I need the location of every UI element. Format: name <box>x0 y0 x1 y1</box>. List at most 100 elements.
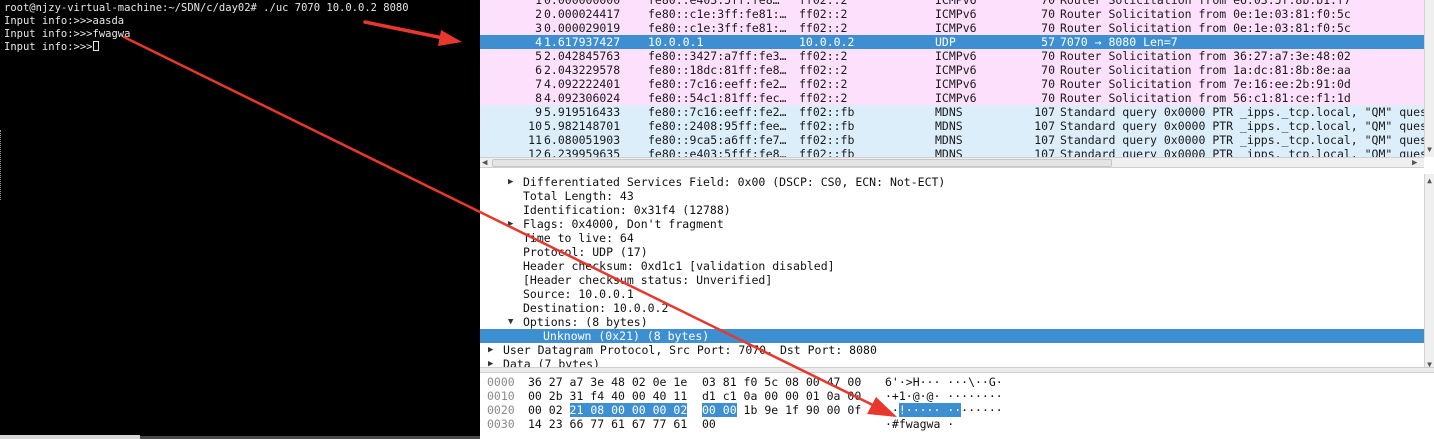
hex-bytes: 00 2b 31 f4 40 00 40 11 <box>528 389 688 403</box>
detail-field-text: Flags: 0x4000, Don't fragment <box>523 217 724 231</box>
hex-bytes: 00 <box>702 417 716 431</box>
ascii-text: ·· <box>885 403 899 417</box>
packet-row[interactable]: 3 0.000029019 fe80::c1e:3ff:fe81:… ff02::2 I… <box>480 21 1424 35</box>
ascii-dump: 6'·>H··· ···\··G· <box>885 375 1003 389</box>
packet-proto-cell: ICMPv6 <box>935 49 977 63</box>
packet-src-cell: fe80::7c16:eeff:fe2… <box>648 105 787 119</box>
hex-bytes-second-half: 00 <box>702 417 716 431</box>
ascii-text: 6'·>H··· ···\··G· <box>885 375 1003 389</box>
packet-row[interactable]: 1 0.000000000 fe80::e403:5ff:fe8… ff02::2 IC… <box>480 0 1424 7</box>
packet-len-cell: 70 <box>1041 7 1055 21</box>
packet-row[interactable]: 4 1.617937427 10.0.0.1 10.0.0.2 UDP 57 7070 → … <box>480 35 1424 49</box>
packet-dst-cell: ff02::2 <box>799 77 848 91</box>
hex-row[interactable]: 0030 14 23 66 77 61 67 77 61 00 ·#fwagwa · <box>480 417 1424 431</box>
packet-len-cell: 107 <box>1034 105 1055 119</box>
packet-proto-cell: MDNS <box>935 105 963 119</box>
scroll-left-icon[interactable]: ◀ <box>482 158 487 168</box>
detail-field-text: Header checksum: 0xd1c1 [validation disa… <box>523 259 835 273</box>
hex-bytes-second-half: 03 81 f0 5c 08 00 47 00 <box>702 375 861 389</box>
packet-src-cell: fe80::18dc:81ff:fe8… <box>648 63 787 77</box>
packet-info-cell: Router Solicitation from 0e:1e:03:81:f0:… <box>1060 7 1351 21</box>
detail-field-text: Protocol: UDP (17) <box>523 245 648 259</box>
detail-row[interactable]: Source: 10.0.0.1 <box>480 287 1424 301</box>
collapsed-arrow-icon[interactable]: ▶ <box>508 175 513 189</box>
detail-row[interactable]: ▶ User Datagram Protocol, Src Port: 7070,… <box>480 343 1424 357</box>
detail-field-text: Time to live: 64 <box>523 231 634 245</box>
ascii-text: ·+1·@·@· ········ <box>885 389 1003 403</box>
terminal-window[interactable]: root@njzy-virtual-machine:~/SDN/c/day02#… <box>0 0 480 439</box>
packet-info-cell: Router Solicitation from 1a:dc:81:8b:8e:… <box>1060 63 1351 77</box>
packet-list-vertical-scrollbar[interactable]: ▼ <box>1424 0 1434 157</box>
packet-list-horizontal-scrollbar[interactable]: ◀ ▶ <box>480 157 1424 168</box>
packet-row[interactable]: 11 6.080051903 fe80::9ca5:a6ff:fe7… ff02::f… <box>480 133 1424 147</box>
packet-time-cell: 0.000029019 <box>544 21 621 35</box>
packet-dst-cell: ff02::2 <box>799 49 848 63</box>
packet-list-pane[interactable]: 1 0.000000000 fe80::e403:5ff:fe8… ff02::2 IC… <box>480 0 1434 160</box>
packet-row[interactable]: 10 5.982148701 fe80::2408:95ff:fee… ff02::f… <box>480 119 1424 133</box>
ascii-dump: ·#fwagwa · <box>885 417 954 431</box>
detail-row[interactable]: Header checksum: 0xd1c1 [validation disa… <box>480 259 1424 273</box>
packet-info-cell: 7070 → 8080 Len=7 <box>1060 35 1178 49</box>
packet-row[interactable]: 6 2.043229578 fe80::18dc:81ff:fe8… ff02::2 I… <box>480 63 1424 77</box>
packet-row[interactable]: 9 5.919516433 fe80::7c16:eeff:fe2… ff02::fb… <box>480 105 1424 119</box>
packet-row[interactable]: 7 4.092222401 fe80::7c16:eeff:fe2… ff02::2 I… <box>480 77 1424 91</box>
horizontal-scroll-thumb[interactable] <box>492 159 1112 167</box>
packet-bytes-pane[interactable]: 0000 36 27 a7 3e 48 02 0e 1e 03 81 f0 5c 0… <box>480 373 1434 439</box>
detail-row[interactable]: ▶ Flags: 0x4000, Don't fragment <box>480 217 1424 231</box>
hex-offset: 0000 <box>487 375 515 389</box>
hex-offset: 0030 <box>487 417 515 431</box>
packet-src-cell: fe80::9ca5:a6ff:fe7… <box>648 133 787 147</box>
packet-time-cell: 2.043229578 <box>544 63 621 77</box>
detail-row[interactable]: ▶ Differentiated Services Field: 0x00 (DS… <box>480 175 1424 189</box>
collapsed-arrow-icon[interactable]: ▶ <box>508 217 513 231</box>
collapsed-arrow-icon[interactable]: ▶ <box>488 343 493 357</box>
detail-field-text: [Header checksum status: Unverified] <box>523 273 773 287</box>
packet-proto-cell: ICMPv6 <box>935 21 977 35</box>
details-vertical-scrollbar[interactable]: ▲ ▼ <box>1424 174 1434 372</box>
terminal-line: Input info:>>> <box>4 41 99 54</box>
packet-row[interactable]: 5 2.042845763 fe80::3427:a7ff:fe3… ff02::2 I… <box>480 49 1424 63</box>
hex-bytes-first-half: 36 27 a7 3e 48 02 0e 1e <box>528 375 687 389</box>
detail-row[interactable]: Identification: 0x31f4 (12788) <box>480 203 1424 217</box>
scroll-down-icon[interactable]: ▼ <box>1425 145 1434 155</box>
hex-bytes: 00 02 <box>528 403 570 417</box>
detail-row[interactable]: Unknown (0x21) (8 bytes) <box>480 329 1424 343</box>
scroll-right-icon[interactable]: ▶ <box>1412 158 1417 168</box>
hex-bytes-selected: 21 08 00 00 00 02 <box>569 403 688 417</box>
packet-no-cell: 3 <box>535 21 542 35</box>
expanded-arrow-icon[interactable]: ▼ <box>508 315 513 329</box>
packet-len-cell: 70 <box>1041 49 1055 63</box>
hex-row[interactable]: 0010 00 2b 31 f4 40 00 40 11 d1 c1 0a 00 0… <box>480 389 1424 403</box>
detail-row[interactable]: ▼ Options: (8 bytes) <box>480 315 1424 329</box>
packet-len-cell: 70 <box>1041 21 1055 35</box>
packet-time-cell: 4.092306024 <box>544 91 621 105</box>
packet-row[interactable]: 2 0.000024417 fe80::c1e:3ff:fe81:… ff02::2 I… <box>480 7 1424 21</box>
packet-row[interactable]: 8 4.092306024 fe80::54c1:81ff:fec… ff02::2 I… <box>480 91 1424 105</box>
packet-src-cell: fe80::2408:95ff:fee… <box>648 119 787 133</box>
hex-row[interactable]: 0000 36 27 a7 3e 48 02 0e 1e 03 81 f0 5c 0… <box>480 375 1424 389</box>
ascii-dump: ·+1·@·@· ········ <box>885 389 1003 403</box>
packet-details-pane[interactable]: ▶ Differentiated Services Field: 0x00 (DS… <box>480 174 1434 372</box>
packet-info-cell: Router Solicitation from e6:03:5f:8b:b1:… <box>1060 0 1351 7</box>
hex-offset: 0010 <box>487 389 515 403</box>
detail-row[interactable]: Time to live: 64 <box>480 231 1424 245</box>
packet-dst-cell: ff02::2 <box>799 21 848 35</box>
hex-bytes-first-half: 14 23 66 77 61 67 77 61 <box>528 417 687 431</box>
packet-proto-cell: MDNS <box>935 119 963 133</box>
terminal-taskbar-left <box>0 435 140 439</box>
hex-bytes: d1 c1 0a 00 00 01 0a 00 <box>702 389 862 403</box>
packet-proto-cell: ICMPv6 <box>935 63 977 77</box>
hex-row[interactable]: 0020 00 02 21 08 00 00 00 02 00 00 1b 9e 1… <box>480 403 1424 417</box>
packet-src-cell: 10.0.0.1 <box>648 35 704 49</box>
packet-time-cell: 0.000000000 <box>544 0 621 7</box>
detail-row[interactable]: Destination: 10.0.0.2 <box>480 301 1424 315</box>
scroll-up-icon[interactable]: ▲ <box>1425 176 1434 186</box>
hex-offset: 0020 <box>487 403 515 417</box>
detail-row[interactable]: [Header checksum status: Unverified] <box>480 273 1424 287</box>
detail-field-text: Unknown (0x21) (8 bytes) <box>543 329 710 343</box>
detail-row[interactable]: Protocol: UDP (17) <box>480 245 1424 259</box>
packet-time-cell: 5.982148701 <box>544 119 621 133</box>
detail-row[interactable]: Total Length: 43 <box>480 189 1424 203</box>
packet-src-cell: fe80::3427:a7ff:fe3… <box>648 49 787 63</box>
packet-len-cell: 70 <box>1041 0 1055 7</box>
